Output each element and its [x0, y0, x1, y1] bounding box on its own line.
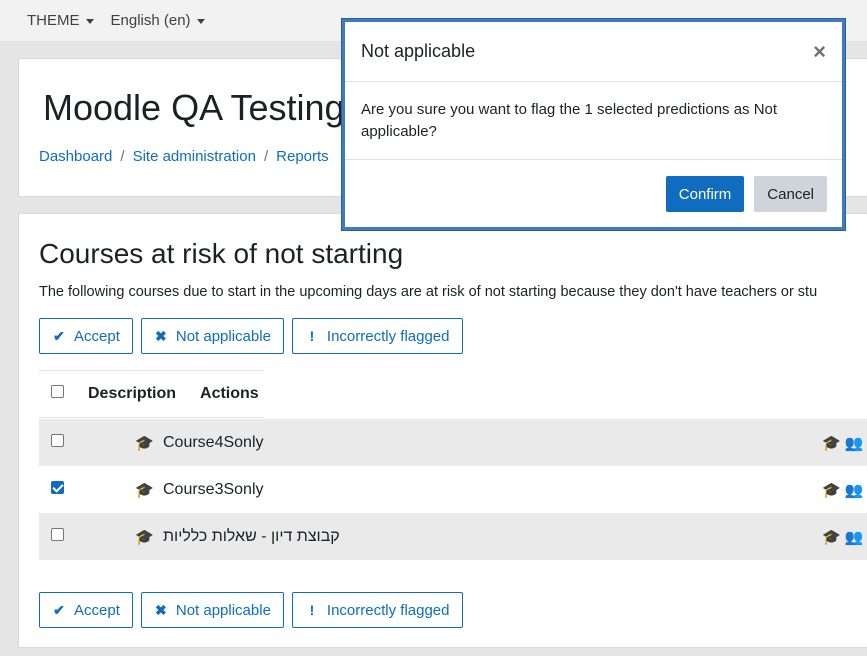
users-icon[interactable]: 👥 — [845, 482, 864, 499]
users-icon[interactable]: 👥 — [845, 529, 864, 546]
course-name: קבוצת דיון - שאלות כלליות — [163, 527, 340, 545]
site-title: Moodle QA Testing — [43, 87, 345, 128]
row-checkbox[interactable] — [51, 480, 64, 494]
confirm-button[interactable]: Confirm — [665, 176, 745, 212]
dialog-header: Not applicable × — [345, 22, 842, 82]
bulk-actions-top: ✔ Accept ✖ Not applicable ! Incorrectly … — [39, 318, 463, 354]
course-actions[interactable]: 🎓 👥 — [822, 481, 864, 499]
course-name: Course4Sonly — [163, 433, 264, 451]
table-row: 🎓 Course3Sonly 🎓 👥 — [39, 466, 867, 513]
course-actions[interactable]: 🎓 👥 — [822, 434, 864, 452]
breadcrumb-site-administration[interactable]: Site administration — [133, 148, 256, 165]
check-icon: ✔ — [53, 601, 65, 618]
row-checkbox[interactable] — [51, 433, 64, 447]
accept-button[interactable]: ✔ Accept — [39, 318, 133, 354]
column-header-description: Description — [88, 385, 177, 402]
language-menu[interactable]: English (en) — [111, 12, 205, 29]
incorrectly-flagged-button[interactable]: ! Incorrectly flagged — [291, 318, 463, 354]
select-all-checkbox[interactable] — [51, 385, 64, 398]
caret-down-icon — [85, 18, 94, 24]
breadcrumb-separator: / — [120, 148, 125, 165]
incorrectly-flagged-label: Incorrectly flagged — [326, 601, 450, 619]
page-heading: Courses at risk of not starting — [39, 238, 404, 269]
accept-label: Accept — [74, 601, 120, 619]
row-checkbox[interactable] — [51, 527, 64, 541]
graduation-cap-icon[interactable]: 🎓 — [822, 435, 841, 452]
theme-menu[interactable]: THEME — [27, 12, 94, 29]
dialog-title: Not applicable — [361, 41, 476, 61]
close-icon[interactable]: × — [813, 39, 826, 65]
graduation-cap-icon[interactable]: 🎓 — [822, 529, 841, 546]
language-menu-label: English (en) — [110, 12, 191, 29]
breadcrumb-separator: / — [263, 148, 269, 165]
not-applicable-label: Not applicable — [175, 327, 271, 345]
course-name: Course3Sonly — [163, 480, 264, 498]
dialog-footer: Confirm Cancel — [345, 160, 842, 228]
breadcrumb: Dashboard / Site administration / Report… — [39, 148, 329, 165]
cancel-button[interactable]: Cancel — [754, 176, 827, 212]
accept-button[interactable]: ✔ Accept — [39, 592, 133, 628]
incorrectly-flagged-button[interactable]: ! Incorrectly flagged — [291, 592, 463, 628]
graduation-cap-icon: 🎓 — [135, 481, 154, 499]
dialog-body: Are you sure you want to flag the 1 sele… — [345, 82, 842, 160]
column-header-actions: Actions — [200, 385, 259, 402]
not-applicable-button[interactable]: ✖ Not applicable — [140, 318, 284, 354]
not-applicable-button[interactable]: ✖ Not applicable — [140, 592, 284, 628]
caret-down-icon — [196, 18, 205, 24]
exclamation-icon: ! — [309, 328, 315, 344]
users-icon[interactable]: 👥 — [845, 435, 864, 452]
bulk-actions-bottom: ✔ Accept ✖ Not applicable ! Incorrectly … — [39, 592, 463, 628]
confirm-dialog: Not applicable × Are you sure you want t… — [342, 19, 845, 230]
not-applicable-label: Not applicable — [175, 601, 271, 619]
main-region: Courses at risk of not starting The foll… — [18, 213, 867, 648]
theme-menu-label: THEME — [27, 12, 80, 29]
times-icon: ✖ — [154, 327, 167, 344]
graduation-cap-icon: 🎓 — [135, 434, 154, 452]
table-row: 🎓 קבוצת דיון - שאלות כלליות 🎓 👥 — [39, 513, 867, 560]
times-icon: ✖ — [154, 601, 167, 618]
graduation-cap-icon: 🎓 — [135, 528, 154, 546]
check-icon: ✔ — [53, 327, 65, 344]
course-actions[interactable]: 🎓 👥 — [822, 528, 864, 546]
exclamation-icon: ! — [309, 602, 315, 618]
intro-text: The following courses due to start in th… — [39, 284, 818, 300]
breadcrumb-dashboard[interactable]: Dashboard — [39, 148, 112, 165]
graduation-cap-icon[interactable]: 🎓 — [822, 482, 841, 499]
accept-label: Accept — [74, 327, 120, 345]
breadcrumb-reports[interactable]: Reports — [276, 148, 329, 165]
incorrectly-flagged-label: Incorrectly flagged — [326, 327, 450, 345]
table-header: Description Actions — [39, 370, 264, 418]
table-row: 🎓 Course4Sonly 🎓 👥 — [39, 419, 867, 466]
